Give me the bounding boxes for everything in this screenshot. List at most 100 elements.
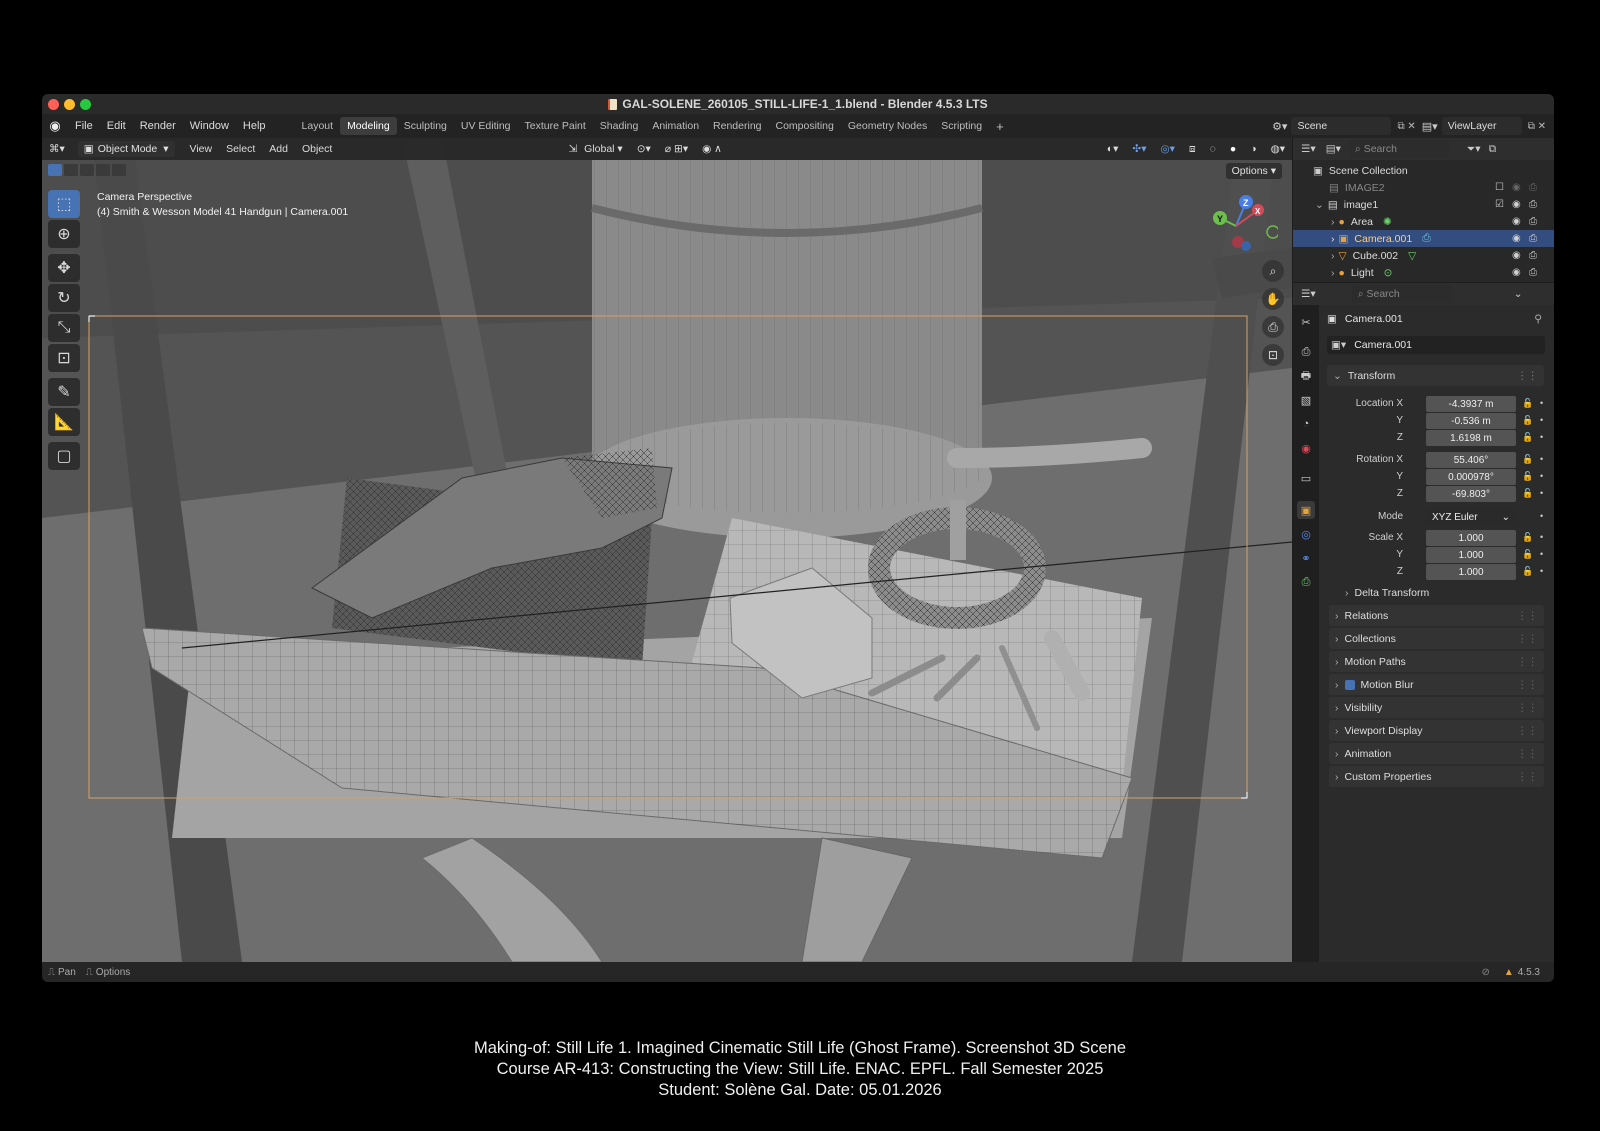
maximize-window-button[interactable] — [80, 99, 91, 110]
move-icon[interactable]: ✥ — [48, 254, 80, 282]
camera-render-icon[interactable]: ⎙ — [1529, 199, 1537, 210]
keyframe-dot-icon[interactable]: • — [1540, 471, 1543, 481]
animation-panel-header[interactable]: › Animation ⋮⋮ — [1329, 743, 1544, 764]
properties-search-input[interactable]: ⌕ Search — [1351, 285, 1452, 303]
visibility-panel-header[interactable]: › Visibility ⋮⋮ — [1329, 697, 1544, 718]
annotate-icon[interactable]: ✎ — [48, 378, 80, 406]
keyframe-dot-icon[interactable]: • — [1540, 511, 1543, 521]
outliner-row-camera[interactable]: › ▣ Camera.001 ⎙ ◉ ⎙ — [1293, 230, 1554, 247]
camera-render-icon[interactable]: ⎙ — [1529, 233, 1537, 244]
new-viewlayer-icon[interactable]: ⧉ ✕ — [1528, 121, 1546, 132]
warning-icon[interactable]: ▲ — [1504, 967, 1514, 978]
drag-handle-icon[interactable]: ⋮⋮ — [1517, 725, 1538, 737]
tool-tab-icon[interactable]: ✂ — [1297, 313, 1315, 331]
scene-collection-row[interactable]: ▣ Scene Collection — [1293, 162, 1554, 179]
editor-type-icon[interactable]: ⌘▾ — [42, 141, 72, 157]
blender-logo-icon[interactable]: ◉ — [42, 118, 68, 134]
viewlayer-selector[interactable]: ViewLayer — [1441, 117, 1522, 135]
tab-texture-paint[interactable]: Texture Paint — [518, 117, 593, 135]
lock-icon[interactable]: 🔓 — [1522, 398, 1533, 409]
camera-render-icon[interactable]: ⎙ — [1529, 267, 1537, 278]
chevron-right-icon[interactable]: › — [1331, 250, 1335, 262]
collection-tab-icon[interactable]: ▭ — [1297, 469, 1315, 487]
eye-icon[interactable]: ◉ — [1512, 233, 1521, 244]
tab-uv-editing[interactable]: UV Editing — [454, 117, 518, 135]
tab-compositing[interactable]: Compositing — [769, 117, 841, 135]
scale-icon[interactable]: ⤡ — [48, 314, 80, 342]
outliner-search-input[interactable]: ⌕ Search — [1348, 140, 1449, 158]
select-subtract-icon[interactable] — [80, 164, 94, 176]
network-off-icon[interactable]: ⊘ — [1481, 967, 1489, 978]
physics-tab-icon[interactable]: ◎ — [1297, 525, 1315, 543]
measure-icon[interactable]: 📐 — [48, 408, 80, 436]
scale-x-field[interactable]: 1.000 — [1426, 530, 1516, 546]
rotate-icon[interactable]: ↻ — [48, 284, 80, 312]
mode-dropdown[interactable]: ▣ Object Mode ▾ — [77, 141, 175, 157]
location-y-field[interactable]: -0.536 m — [1426, 413, 1516, 429]
menu-add[interactable]: Add — [262, 141, 295, 157]
scene-icon[interactable]: ⚙▾ — [1272, 120, 1287, 133]
outliner-row-image2[interactable]: ▤ IMAGE2 ☐ ◉ ⎙ — [1293, 179, 1554, 196]
scale-z-field[interactable]: 1.000 — [1426, 564, 1516, 580]
lock-camera-icon[interactable]: ⊡ — [1262, 344, 1284, 366]
gizmo-icon[interactable]: ✣▾ — [1125, 141, 1153, 157]
tab-scripting[interactable]: Scripting — [934, 117, 989, 135]
tab-geometry-nodes[interactable]: Geometry Nodes — [841, 117, 934, 135]
pivot-point-icon[interactable]: ⊙▾ — [630, 141, 658, 157]
xray-icon[interactable]: ⧈ — [1182, 141, 1203, 158]
keyframe-dot-icon[interactable]: • — [1540, 454, 1543, 464]
navigation-gizmo[interactable]: Z Y X — [1208, 192, 1278, 262]
outliner-editor-icon[interactable]: ☰▾ — [1301, 143, 1316, 155]
eye-icon[interactable]: ◉ — [1512, 216, 1521, 227]
lock-icon[interactable]: 🔓 — [1522, 488, 1533, 499]
lock-icon[interactable]: 🔓 — [1522, 415, 1533, 426]
select-invert-icon[interactable] — [96, 164, 110, 176]
lock-icon[interactable]: 🔓 — [1522, 432, 1533, 443]
chevron-down-icon[interactable]: ⌄ — [1315, 199, 1324, 211]
scene-tab-icon[interactable]: ◔ — [1297, 415, 1315, 433]
pan-hand-icon[interactable]: ✋ — [1262, 288, 1284, 310]
constraints-tab-icon[interactable]: ⚭ — [1297, 549, 1315, 567]
viewlayer-icon[interactable]: ▤▾ — [1422, 120, 1438, 133]
options-dropdown[interactable]: Options ▾ — [1225, 163, 1282, 179]
chevron-right-icon[interactable]: › — [1331, 233, 1335, 245]
viewport-display-panel-header[interactable]: › Viewport Display ⋮⋮ — [1329, 720, 1544, 741]
wireframe-shading-icon[interactable]: ◌ — [1203, 141, 1223, 157]
zoom-icon[interactable]: ⌕ — [1262, 260, 1284, 282]
drag-handle-icon[interactable]: ⋮⋮ — [1517, 633, 1538, 645]
menu-help[interactable]: Help — [236, 120, 273, 132]
keyframe-dot-icon[interactable]: • — [1540, 398, 1543, 408]
outliner-row-light[interactable]: › ● Light ⊙ ◉ ⎙ — [1293, 264, 1554, 281]
new-collection-icon[interactable]: ⧉ — [1489, 143, 1497, 156]
tab-sculpting[interactable]: Sculpting — [397, 117, 454, 135]
render-tab-icon[interactable]: ⎙ — [1297, 343, 1315, 361]
tab-animation[interactable]: Animation — [645, 117, 706, 135]
menu-window[interactable]: Window — [183, 120, 236, 132]
eye-icon[interactable]: ◉ — [1512, 199, 1521, 210]
display-mode-icon[interactable]: ▤▾ — [1326, 143, 1341, 155]
material-shading-icon[interactable]: ◑ — [1243, 141, 1263, 157]
drag-handle-icon[interactable]: ⋮⋮ — [1517, 702, 1538, 714]
exclude-checkbox[interactable]: ☑ — [1495, 199, 1504, 210]
select-extend-icon[interactable] — [64, 164, 78, 176]
eye-icon[interactable]: ◉ — [1512, 182, 1521, 193]
chevron-down-icon[interactable]: ⌄ — [1514, 288, 1523, 300]
world-tab-icon[interactable]: ◉ — [1297, 439, 1315, 457]
eye-icon[interactable]: ◉ — [1512, 267, 1521, 278]
menu-render[interactable]: Render — [133, 120, 183, 132]
rotation-x-field[interactable]: 55.406° — [1426, 452, 1516, 468]
keyframe-dot-icon[interactable]: • — [1540, 566, 1543, 576]
keyframe-dot-icon[interactable]: • — [1540, 532, 1543, 542]
rotation-z-field[interactable]: -69.803° — [1426, 486, 1516, 502]
delta-transform-subpanel[interactable]: › Delta Transform — [1345, 587, 1429, 599]
object-tab-icon[interactable]: ▣ — [1297, 501, 1315, 519]
camera-view-icon[interactable]: ⎙ — [1262, 316, 1284, 338]
menu-edit[interactable]: Edit — [100, 120, 133, 132]
eye-icon[interactable]: ◉ — [1512, 250, 1521, 261]
transform-panel-header[interactable]: ⌄ Transform ⋮⋮ — [1327, 365, 1544, 386]
outliner-row-cube[interactable]: › ▽ Cube.002 ▽ ◉ ⎙ — [1293, 247, 1554, 264]
select-box-icon[interactable]: ⬚ — [48, 190, 80, 218]
keyframe-dot-icon[interactable]: • — [1540, 415, 1543, 425]
lock-icon[interactable]: 🔓 — [1522, 532, 1533, 543]
lock-icon[interactable]: 🔓 — [1522, 471, 1533, 482]
